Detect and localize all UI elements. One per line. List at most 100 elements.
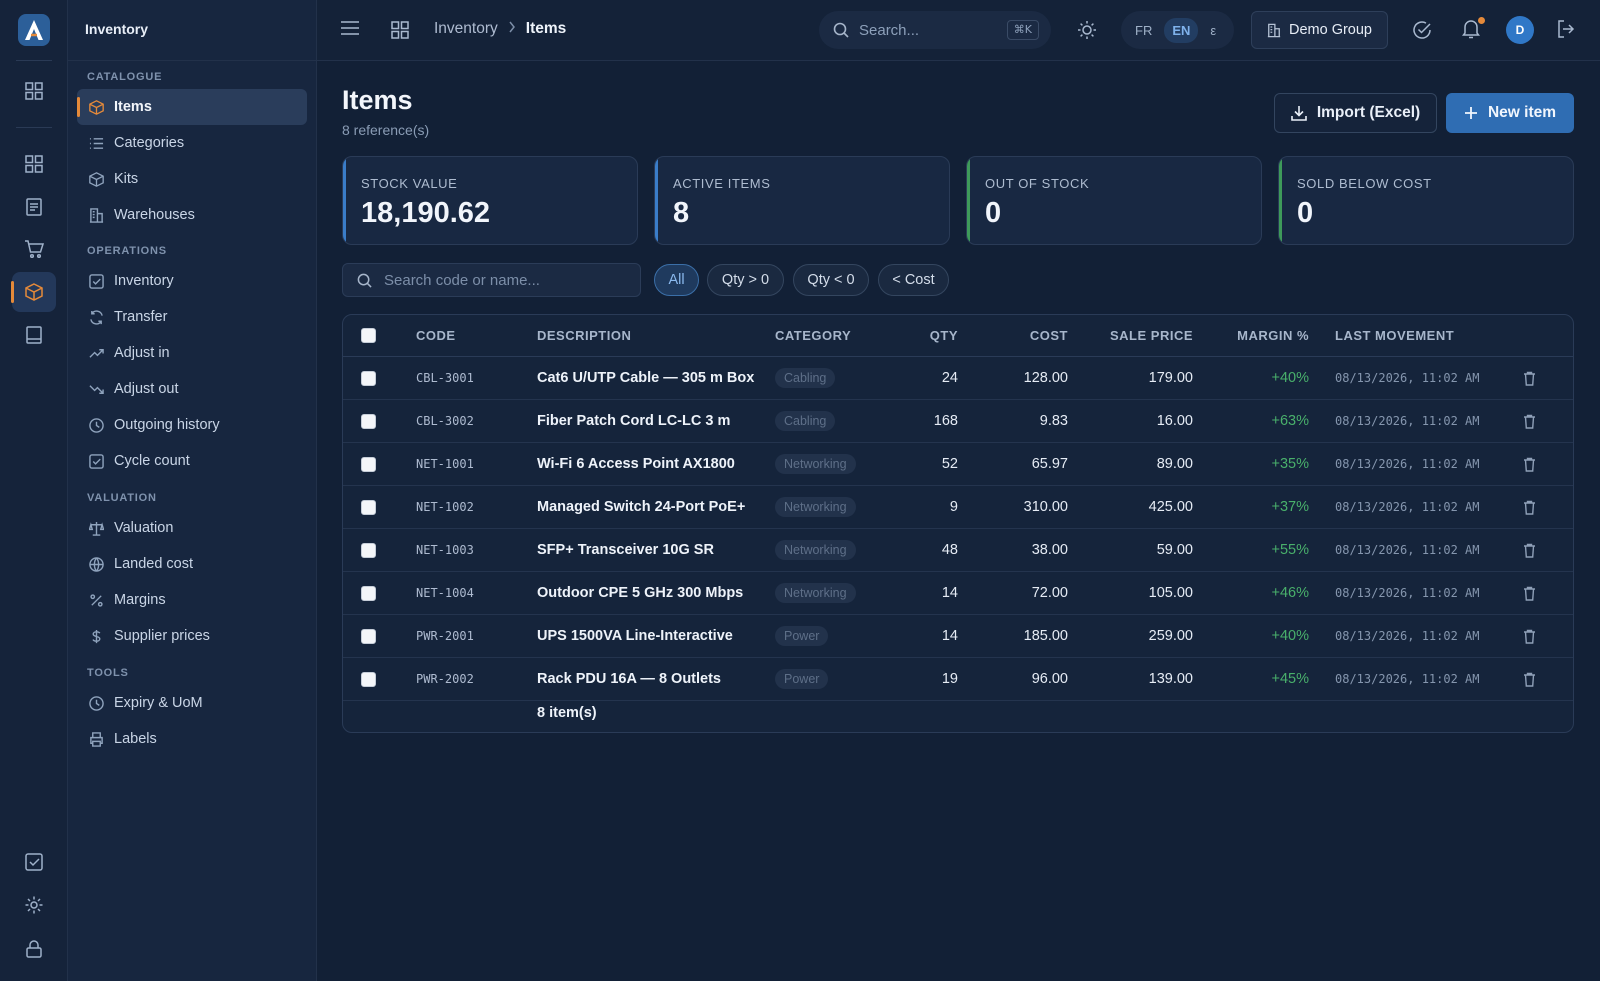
new-item-button[interactable]: New item (1446, 93, 1574, 133)
trash-icon[interactable] (1523, 658, 1536, 700)
dollar-icon (87, 627, 105, 645)
sidebar-item-expiry-uom[interactable]: Expiry & UoM (77, 685, 307, 721)
item-margin: +40% (1271, 628, 1310, 644)
notification-dot (1478, 17, 1485, 24)
filter-chip-below-cost[interactable]: < Cost (878, 264, 949, 296)
stat-label: SOLD BELOW COST (1297, 176, 1432, 191)
rail-document-icon[interactable] (12, 187, 56, 227)
trash-icon[interactable] (1523, 615, 1536, 657)
app-logo-icon[interactable] (18, 14, 50, 46)
sidebar-item-adjust-in[interactable]: Adjust in (77, 335, 307, 371)
rail-grid-icon[interactable] (12, 144, 56, 184)
sidebar-item-inventory[interactable]: Inventory (77, 263, 307, 299)
table-row[interactable]: PWR-2001 UPS 1500VA Line-Interactive Pow… (343, 615, 1573, 658)
table-footer-count: 8 item(s) (537, 705, 597, 721)
sidebar-item-supplier-prices[interactable]: Supplier prices (77, 618, 307, 654)
menu-icon[interactable] (340, 20, 360, 36)
row-checkbox[interactable] (361, 572, 376, 614)
table-row[interactable]: NET-1004 Outdoor CPE 5 GHz 300 Mbps Netw… (343, 572, 1573, 615)
table-row[interactable]: NET-1001 Wi-Fi 6 Access Point AX1800 Net… (343, 443, 1573, 486)
row-checkbox[interactable] (361, 400, 376, 442)
row-checkbox[interactable] (361, 615, 376, 657)
avatar[interactable]: D (1506, 16, 1534, 44)
item-code: NET-1001 (416, 457, 474, 471)
trash-icon[interactable] (1523, 486, 1536, 528)
global-search-placeholder: Search... (859, 21, 920, 39)
sun-icon[interactable] (1077, 20, 1097, 40)
sidebar-item-cycle-count[interactable]: Cycle count (77, 443, 307, 479)
trash-icon[interactable] (1523, 400, 1536, 442)
import-excel-button[interactable]: Import (Excel) (1274, 93, 1437, 133)
item-margin: +35% (1271, 456, 1310, 472)
lang-en[interactable]: EN (1164, 17, 1199, 43)
item-search-input[interactable]: Search code or name... (342, 263, 641, 297)
column-header-code[interactable]: CODE (416, 315, 456, 356)
table-row[interactable]: CBL-3002 Fiber Patch Cord LC-LC 3 m Cabl… (343, 400, 1573, 443)
filter-chip-qty-positive[interactable]: Qty > 0 (707, 264, 784, 296)
trash-icon[interactable] (1523, 572, 1536, 614)
trash-icon[interactable] (1523, 357, 1536, 399)
language-switcher[interactable]: FR EN ε (1121, 11, 1234, 49)
sidebar-item-valuation[interactable]: Valuation (77, 510, 307, 546)
check-circle-icon[interactable] (1412, 20, 1432, 40)
sidebar-item-label: Kits (114, 171, 139, 187)
trash-icon[interactable] (1523, 529, 1536, 571)
row-checkbox[interactable] (361, 529, 376, 571)
sidebar-item-outgoing-history[interactable]: Outgoing history (77, 407, 307, 443)
group-selector[interactable]: Demo Group (1251, 11, 1388, 49)
sidebar-item-landed-cost[interactable]: Landed cost (77, 546, 307, 582)
sidebar-item-categories[interactable]: Categories (77, 125, 307, 161)
row-checkbox[interactable] (361, 658, 376, 700)
apps-grid-icon[interactable] (391, 21, 409, 39)
sidebar-item-kits[interactable]: Kits (77, 161, 307, 197)
box-icon (87, 170, 105, 188)
table-row[interactable]: PWR-2002 Rack PDU 16A — 8 Outlets Power … (343, 658, 1573, 701)
rail-dashboard-icon[interactable] (12, 71, 56, 111)
breadcrumb-inventory[interactable]: Inventory (434, 20, 498, 38)
select-all-checkbox[interactable] (361, 315, 376, 356)
bell-icon[interactable] (1462, 19, 1480, 39)
rail-lock-icon[interactable] (12, 929, 56, 969)
stat-label: OUT OF STOCK (985, 176, 1090, 191)
row-checkbox[interactable] (361, 357, 376, 399)
rail-box-icon[interactable] (11, 272, 56, 312)
sidebar-item-transfer[interactable]: Transfer (77, 299, 307, 335)
logout-icon[interactable] (1557, 20, 1575, 38)
table-row[interactable]: NET-1003 SFP+ Transceiver 10G SR Network… (343, 529, 1573, 572)
search-icon (833, 22, 849, 38)
sidebar-item-items[interactable]: Items (77, 89, 307, 125)
row-checkbox[interactable] (361, 486, 376, 528)
item-code: NET-1003 (416, 543, 474, 557)
sidebar-item-warehouses[interactable]: Warehouses (77, 197, 307, 233)
column-header-qty[interactable]: QTY (878, 315, 958, 356)
rail-tasks-icon[interactable] (12, 842, 56, 882)
column-header-description[interactable]: DESCRIPTION (537, 315, 631, 356)
search-icon (357, 273, 372, 288)
column-header-sale-price[interactable]: SALE PRICE (1078, 315, 1193, 356)
filter-chip-qty-negative[interactable]: Qty < 0 (793, 264, 869, 296)
item-cost: 310.00 (1023, 499, 1068, 515)
table-row[interactable]: NET-1002 Managed Switch 24-Port PoE+ Net… (343, 486, 1573, 529)
item-last-movement: 08/13/2026, 11:02 AM (1335, 672, 1480, 686)
column-header-cost[interactable]: COST (967, 315, 1068, 356)
sidebar-item-label: Categories (114, 135, 185, 151)
lang-other[interactable]: ε (1202, 18, 1224, 43)
rail-cart-icon[interactable] (12, 229, 56, 269)
rail-settings-icon[interactable] (12, 885, 56, 925)
category-badge: Networking (775, 572, 856, 614)
column-header-last-movement[interactable]: LAST MOVEMENT (1335, 315, 1454, 356)
table-row[interactable]: CBL-3001 Cat6 U/UTP Cable — 305 m Box Ca… (343, 357, 1573, 400)
global-search[interactable]: Search... ⌘K (819, 11, 1051, 49)
trash-icon[interactable] (1523, 443, 1536, 485)
item-margin: +45% (1271, 671, 1310, 687)
column-header-margin[interactable]: MARGIN % (1203, 315, 1309, 356)
filter-chip-all[interactable]: All (654, 264, 699, 296)
sidebar-item-adjust-out[interactable]: Adjust out (77, 371, 307, 407)
rail-book-icon[interactable] (12, 315, 56, 355)
item-code: PWR-2001 (416, 629, 474, 643)
row-checkbox[interactable] (361, 443, 376, 485)
lang-fr[interactable]: FR (1127, 18, 1160, 43)
column-header-category[interactable]: CATEGORY (775, 315, 851, 356)
sidebar-item-margins[interactable]: Margins (77, 582, 307, 618)
sidebar-item-labels[interactable]: Labels (77, 721, 307, 757)
